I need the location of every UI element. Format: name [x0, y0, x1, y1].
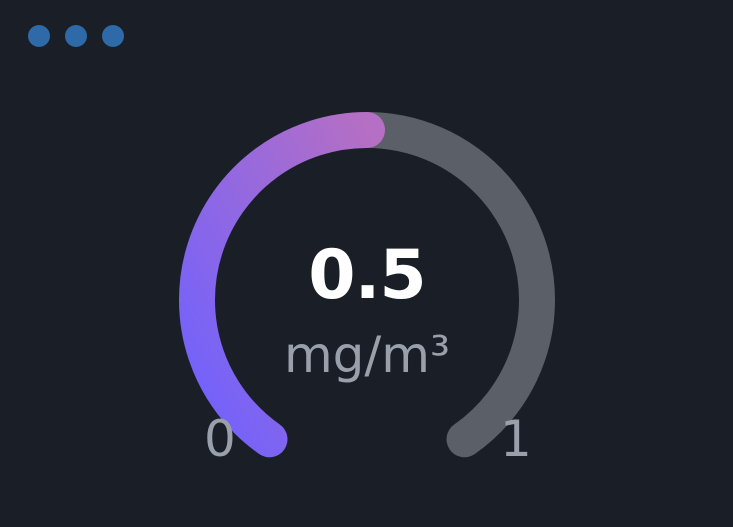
gauge-value: 0.5: [308, 236, 426, 315]
gauge-min-label: 0: [204, 410, 236, 468]
gauge-max-label: 1: [500, 410, 532, 468]
gauge-unit: mg/m³: [283, 326, 451, 384]
